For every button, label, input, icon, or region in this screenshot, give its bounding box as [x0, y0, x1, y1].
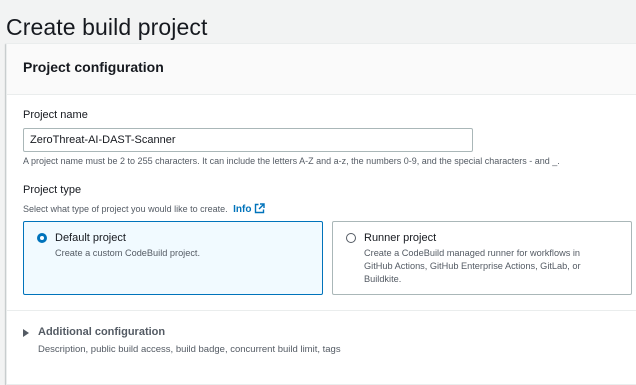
project-name-hint: A project name must be 2 to 255 characte…: [23, 156, 560, 166]
info-link[interactable]: Info: [233, 203, 266, 215]
page-title: Create build project: [6, 14, 208, 41]
project-configuration-panel: Project configuration Project name A pro…: [6, 43, 636, 385]
tile-default-project-title: Default project: [55, 232, 126, 244]
project-type-description: Select what type of project you would li…: [23, 204, 228, 214]
radio-default-project[interactable]: [37, 233, 47, 243]
additional-configuration-title[interactable]: Additional configuration: [38, 326, 165, 338]
divider: [7, 310, 636, 311]
caret-right-icon[interactable]: [23, 329, 29, 337]
tile-runner-project[interactable]: Runner project Create a CodeBuild manage…: [332, 221, 632, 295]
tile-default-project-description: Create a custom CodeBuild project.: [55, 248, 201, 258]
tile-runner-project-title: Runner project: [364, 232, 437, 244]
additional-configuration-description: Description, public build access, build …: [38, 344, 341, 355]
info-link-label[interactable]: Info: [233, 204, 251, 215]
project-name-input[interactable]: [23, 128, 473, 152]
project-name-label: Project name: [23, 109, 88, 121]
project-type-label: Project type: [23, 184, 82, 196]
section-title: Project configuration: [23, 59, 164, 75]
radio-runner-project[interactable]: [346, 233, 356, 243]
project-type-description-row: Select what type of project you would li…: [23, 203, 266, 215]
panel-header: Project configuration: [7, 44, 636, 95]
tile-default-project[interactable]: Default project Create a custom CodeBuil…: [23, 221, 323, 295]
tile-runner-project-description: Create a CodeBuild managed runner for wo…: [364, 248, 581, 284]
external-link-icon: [255, 203, 266, 214]
